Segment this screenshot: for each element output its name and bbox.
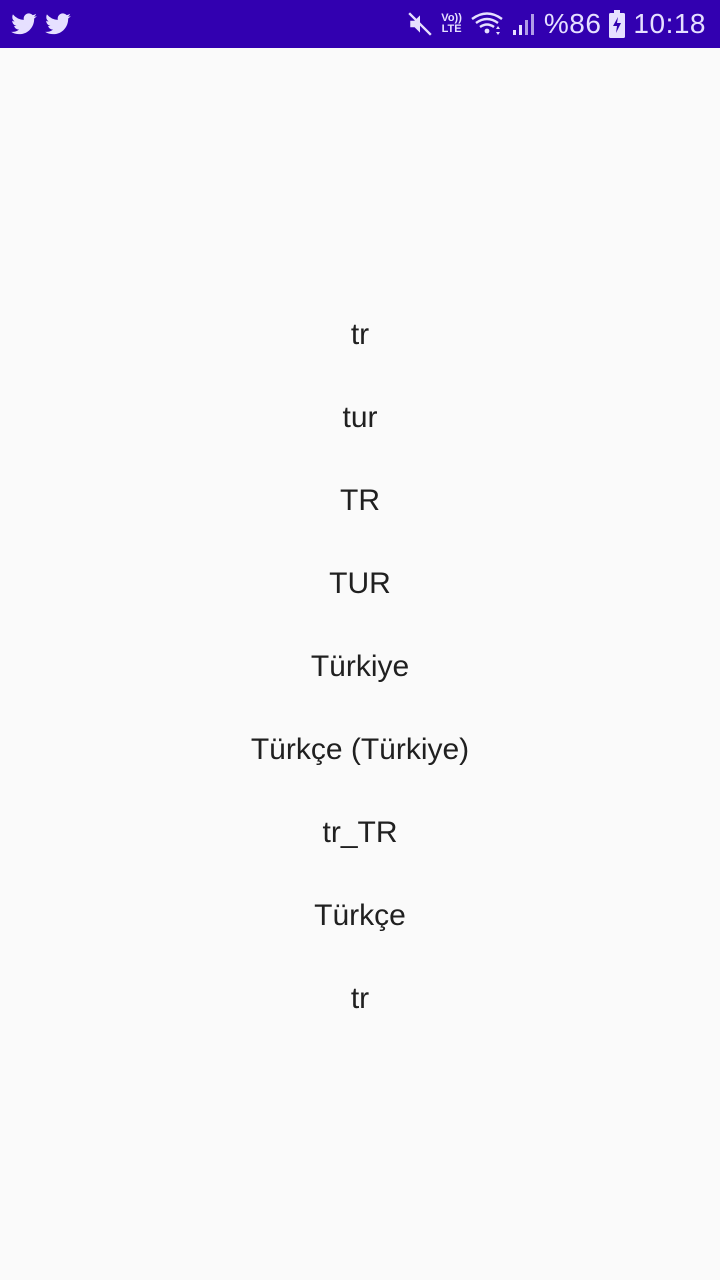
locale-country-code: TR <box>340 484 380 517</box>
notification-icons <box>10 10 72 38</box>
twitter-icon <box>44 10 72 38</box>
locale-display-name: Türkçe (Türkiye) <box>250 733 470 766</box>
locale-display-language: Türkçe <box>314 899 406 932</box>
locale-language: tr <box>350 982 370 1015</box>
status-bar: Vo)) LTE %86 10:18 <box>0 0 720 48</box>
twitter-icon <box>10 10 38 38</box>
main-content: tr tur TR TUR Türkiye Türkçe (Türkiye) t… <box>0 48 720 1280</box>
locale-display-country: Türkiye <box>310 650 410 683</box>
volte-indicator: Vo)) LTE <box>441 13 462 35</box>
mute-icon <box>407 11 433 37</box>
locale-language-code: tr <box>350 318 370 351</box>
battery-charging-icon <box>609 10 626 38</box>
system-status-icons: Vo)) LTE %86 10:18 <box>407 0 706 48</box>
signal-icon <box>512 11 536 37</box>
battery-percent: %86 <box>543 8 602 39</box>
locale-iso3-language: tur <box>342 401 378 434</box>
locale-iso3-country: TUR <box>329 567 391 600</box>
lte-label: LTE <box>441 23 462 35</box>
locale-info-list: tr tur TR TUR Türkiye Türkçe (Türkiye) t… <box>0 310 720 1057</box>
clock: 10:18 <box>633 8 706 39</box>
locale-string: tr_TR <box>322 816 398 849</box>
wifi-icon <box>470 11 504 37</box>
